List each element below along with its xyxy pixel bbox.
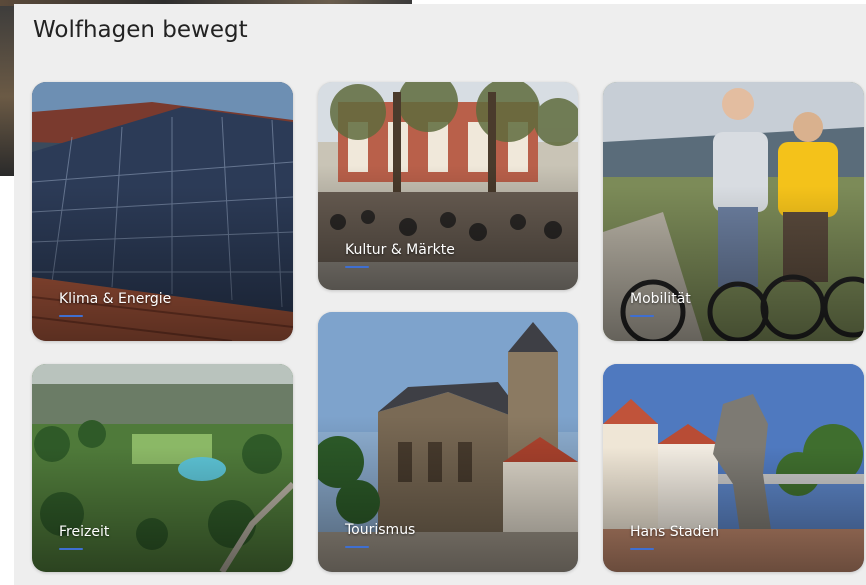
tile-klima-energie[interactable]: Klima & Energie (32, 82, 293, 341)
tile-label-underline (59, 315, 83, 317)
tile-gradient (318, 165, 578, 290)
tile-label: Klima & Energie (59, 291, 172, 307)
tile-gradient (318, 416, 578, 572)
tile-freizeit[interactable]: Freizeit (32, 364, 293, 572)
tile-label-underline (345, 266, 369, 268)
tile-gradient (603, 185, 864, 341)
tile-gradient (32, 447, 293, 572)
tile-gradient (603, 447, 864, 572)
tile-label: Kultur & Märkte (345, 242, 455, 258)
tile-kultur-maerkte[interactable]: Kultur & Märkte (318, 82, 578, 290)
tile-label: Mobilität (630, 291, 691, 307)
tile-label: Tourismus (345, 522, 416, 538)
tile-label-underline (630, 548, 654, 550)
tile-label: Freizeit (59, 524, 110, 540)
background-photo-strip (0, 0, 14, 176)
tile-tourismus[interactable]: Tourismus (318, 312, 578, 572)
tile-label-underline (630, 315, 654, 317)
tile-label-underline (59, 548, 83, 550)
tile-label: Hans Staden (630, 524, 720, 540)
tile-label-underline (345, 546, 369, 548)
tile-gradient (32, 185, 293, 341)
tile-hans-staden[interactable]: Hans Staden (603, 364, 864, 572)
section-title: Wolfhagen bewegt (33, 17, 248, 43)
tile-mobilitaet[interactable]: Mobilität (603, 82, 864, 341)
